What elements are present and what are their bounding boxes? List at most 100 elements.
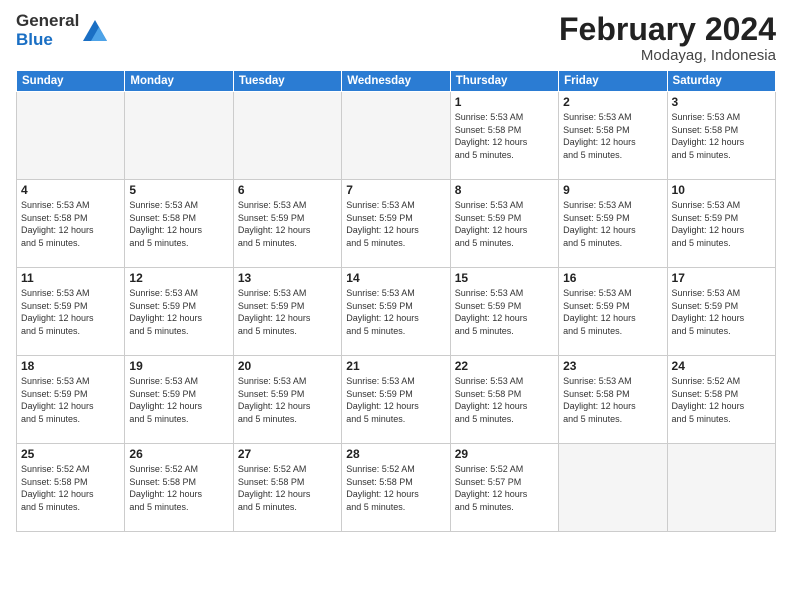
- calendar-week-4: 25 Sunrise: 5:52 AM Sunset: 5:58 PM Dayli…: [17, 444, 776, 532]
- day-number: 10: [672, 183, 771, 197]
- day-info: Sunrise: 5:53 AM Sunset: 5:58 PM Dayligh…: [672, 111, 771, 161]
- title-block: February 2024 Modayag, Indonesia: [559, 12, 776, 64]
- day-number: 6: [238, 183, 337, 197]
- calendar-cell: 7 Sunrise: 5:53 AM Sunset: 5:59 PM Daylig…: [342, 180, 450, 268]
- day-info: Sunrise: 5:53 AM Sunset: 5:59 PM Dayligh…: [672, 287, 771, 337]
- day-number: 28: [346, 447, 445, 461]
- calendar-cell: 14 Sunrise: 5:53 AM Sunset: 5:59 PM Dayli…: [342, 268, 450, 356]
- day-number: 7: [346, 183, 445, 197]
- calendar-cell: 21Sunrise: 5:53 AM Sunset: 5:59 PM Dayli…: [342, 356, 450, 444]
- calendar-cell: 18 Sunrise: 5:53 AM Sunset: 5:59 PM Dayli…: [17, 356, 125, 444]
- day-info: Sunrise: 5:53 AM Sunset: 5:59 PM Dayligh…: [129, 287, 228, 337]
- calendar-header-row: SundayMondayTuesdayWednesdayThursdayFrid…: [17, 71, 776, 92]
- calendar-cell: 10 Sunrise: 5:53 AM Sunset: 5:59 PM Dayli…: [667, 180, 775, 268]
- calendar-cell: 17 Sunrise: 5:53 AM Sunset: 5:59 PM Dayli…: [667, 268, 775, 356]
- logo-icon: [81, 17, 109, 45]
- calendar-cell: 16 Sunrise: 5:53 AM Sunset: 5:59 PM Dayli…: [559, 268, 667, 356]
- day-number: 25: [21, 447, 120, 461]
- day-info: Sunrise: 5:53 AM Sunset: 5:58 PM Dayligh…: [563, 375, 662, 425]
- day-number: 24: [672, 359, 771, 373]
- location: Modayag, Indonesia: [559, 47, 776, 64]
- calendar-cell: 27 Sunrise: 5:52 AM Sunset: 5:58 PM Dayli…: [233, 444, 341, 532]
- day-number: 19: [129, 359, 228, 373]
- calendar-week-3: 18 Sunrise: 5:53 AM Sunset: 5:59 PM Dayli…: [17, 356, 776, 444]
- day-number: 15: [455, 271, 554, 285]
- calendar-cell: [342, 92, 450, 180]
- day-info: Sunrise: 5:53 AM Sunset: 5:59 PM Dayligh…: [672, 199, 771, 249]
- logo-text: General Blue: [16, 12, 109, 49]
- calendar-week-0: 1Sunrise: 5:53 AM Sunset: 5:58 PM Daylig…: [17, 92, 776, 180]
- calendar-cell: 13Sunrise: 5:53 AM Sunset: 5:59 PM Dayli…: [233, 268, 341, 356]
- page: General Blue February 2024 Modayag, Indo…: [0, 0, 792, 612]
- day-info: Sunrise: 5:53 AM Sunset: 5:58 PM Dayligh…: [21, 199, 120, 249]
- day-number: 18: [21, 359, 120, 373]
- day-number: 4: [21, 183, 120, 197]
- calendar-cell: 23 Sunrise: 5:53 AM Sunset: 5:58 PM Dayli…: [559, 356, 667, 444]
- calendar-cell: 11 Sunrise: 5:53 AM Sunset: 5:59 PM Dayli…: [17, 268, 125, 356]
- day-info: Sunrise: 5:53 AM Sunset: 5:59 PM Dayligh…: [455, 199, 554, 249]
- calendar-header-monday: Monday: [125, 71, 233, 92]
- calendar-cell: 2 Sunrise: 5:53 AM Sunset: 5:58 PM Daylig…: [559, 92, 667, 180]
- day-number: 13: [238, 271, 337, 285]
- day-number: 20: [238, 359, 337, 373]
- day-info: Sunrise: 5:52 AM Sunset: 5:58 PM Dayligh…: [346, 463, 445, 513]
- day-info: Sunrise: 5:53 AM Sunset: 5:59 PM Dayligh…: [346, 199, 445, 249]
- day-number: 12: [129, 271, 228, 285]
- calendar-header-wednesday: Wednesday: [342, 71, 450, 92]
- calendar-cell: 5 Sunrise: 5:53 AM Sunset: 5:58 PM Daylig…: [125, 180, 233, 268]
- calendar-cell: 28 Sunrise: 5:52 AM Sunset: 5:58 PM Dayli…: [342, 444, 450, 532]
- day-number: 11: [21, 271, 120, 285]
- day-info: Sunrise: 5:53 AM Sunset: 5:59 PM Dayligh…: [21, 375, 120, 425]
- day-number: 26: [129, 447, 228, 461]
- logo-blue: Blue: [16, 30, 53, 49]
- logo: General Blue: [16, 12, 109, 49]
- logo-general: General: [16, 11, 79, 30]
- day-info: Sunrise: 5:53 AM Sunset: 5:59 PM Dayligh…: [455, 287, 554, 337]
- day-number: 22: [455, 359, 554, 373]
- calendar-cell: [667, 444, 775, 532]
- calendar-cell: 26 Sunrise: 5:52 AM Sunset: 5:58 PM Dayli…: [125, 444, 233, 532]
- calendar-cell: 24Sunrise: 5:52 AM Sunset: 5:58 PM Dayli…: [667, 356, 775, 444]
- day-number: 21: [346, 359, 445, 373]
- day-info: Sunrise: 5:53 AM Sunset: 5:59 PM Dayligh…: [346, 287, 445, 337]
- calendar-header-thursday: Thursday: [450, 71, 558, 92]
- calendar-cell: 9Sunrise: 5:53 AM Sunset: 5:59 PM Daylig…: [559, 180, 667, 268]
- calendar-cell: [17, 92, 125, 180]
- calendar-cell: 1Sunrise: 5:53 AM Sunset: 5:58 PM Daylig…: [450, 92, 558, 180]
- day-info: Sunrise: 5:53 AM Sunset: 5:59 PM Dayligh…: [21, 287, 120, 337]
- calendar-cell: [559, 444, 667, 532]
- calendar-week-1: 4 Sunrise: 5:53 AM Sunset: 5:58 PM Daylig…: [17, 180, 776, 268]
- day-info: Sunrise: 5:52 AM Sunset: 5:57 PM Dayligh…: [455, 463, 554, 513]
- day-info: Sunrise: 5:53 AM Sunset: 5:58 PM Dayligh…: [455, 375, 554, 425]
- day-number: 2: [563, 95, 662, 109]
- day-info: Sunrise: 5:53 AM Sunset: 5:58 PM Dayligh…: [563, 111, 662, 161]
- day-info: Sunrise: 5:53 AM Sunset: 5:59 PM Dayligh…: [238, 375, 337, 425]
- calendar-table: SundayMondayTuesdayWednesdayThursdayFrid…: [16, 70, 776, 532]
- calendar-week-2: 11 Sunrise: 5:53 AM Sunset: 5:59 PM Dayli…: [17, 268, 776, 356]
- day-number: 17: [672, 271, 771, 285]
- calendar-cell: 6Sunrise: 5:53 AM Sunset: 5:59 PM Daylig…: [233, 180, 341, 268]
- header: General Blue February 2024 Modayag, Indo…: [16, 12, 776, 64]
- day-info: Sunrise: 5:52 AM Sunset: 5:58 PM Dayligh…: [129, 463, 228, 513]
- calendar-cell: 12 Sunrise: 5:53 AM Sunset: 5:59 PM Dayli…: [125, 268, 233, 356]
- day-number: 23: [563, 359, 662, 373]
- day-info: Sunrise: 5:52 AM Sunset: 5:58 PM Dayligh…: [238, 463, 337, 513]
- calendar-header-tuesday: Tuesday: [233, 71, 341, 92]
- day-info: Sunrise: 5:53 AM Sunset: 5:58 PM Dayligh…: [129, 199, 228, 249]
- day-number: 3: [672, 95, 771, 109]
- day-number: 16: [563, 271, 662, 285]
- day-info: Sunrise: 5:53 AM Sunset: 5:59 PM Dayligh…: [563, 287, 662, 337]
- calendar-cell: 19Sunrise: 5:53 AM Sunset: 5:59 PM Dayli…: [125, 356, 233, 444]
- day-number: 27: [238, 447, 337, 461]
- calendar-cell: 29Sunrise: 5:52 AM Sunset: 5:57 PM Dayli…: [450, 444, 558, 532]
- calendar-cell: 3 Sunrise: 5:53 AM Sunset: 5:58 PM Daylig…: [667, 92, 775, 180]
- calendar-cell: 20 Sunrise: 5:53 AM Sunset: 5:59 PM Dayli…: [233, 356, 341, 444]
- day-number: 5: [129, 183, 228, 197]
- calendar-cell: 15 Sunrise: 5:53 AM Sunset: 5:59 PM Dayli…: [450, 268, 558, 356]
- calendar-header-saturday: Saturday: [667, 71, 775, 92]
- day-info: Sunrise: 5:53 AM Sunset: 5:59 PM Dayligh…: [563, 199, 662, 249]
- calendar-cell: 8Sunrise: 5:53 AM Sunset: 5:59 PM Daylig…: [450, 180, 558, 268]
- day-number: 14: [346, 271, 445, 285]
- month-title: February 2024: [559, 12, 776, 47]
- day-info: Sunrise: 5:53 AM Sunset: 5:58 PM Dayligh…: [455, 111, 554, 161]
